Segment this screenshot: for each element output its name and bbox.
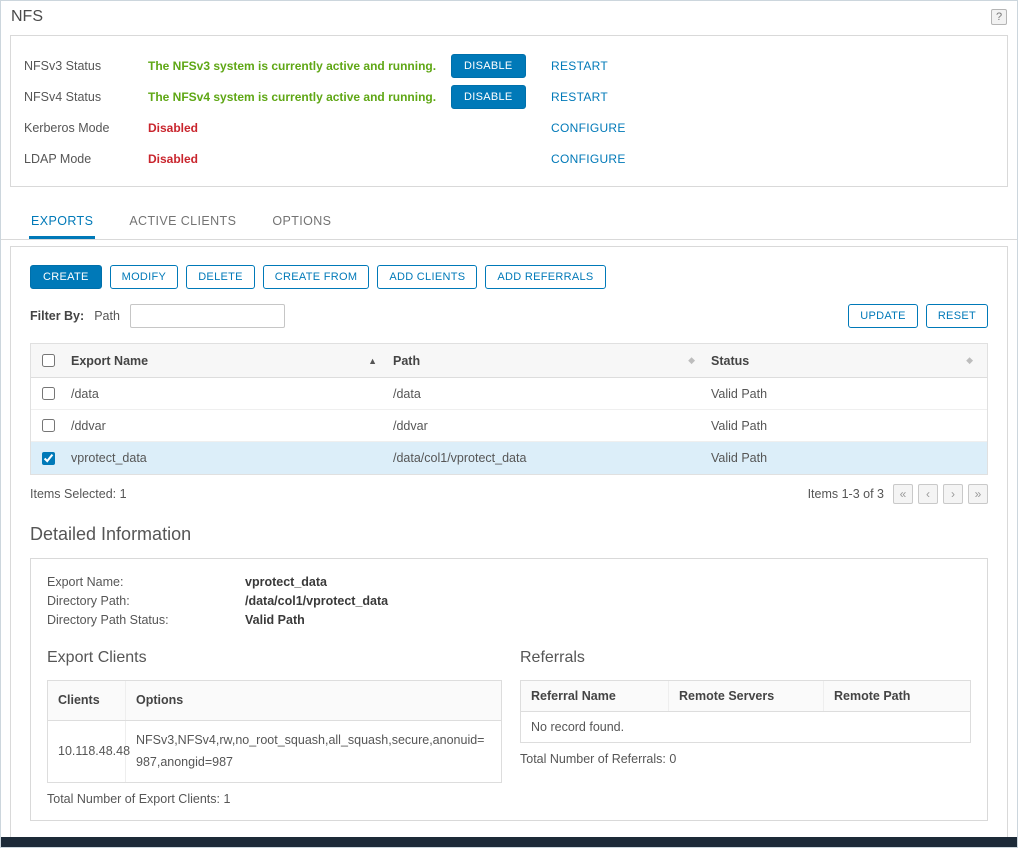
referrals-total: Total Number of Referrals: 0 (520, 752, 971, 766)
path-filter-input[interactable] (130, 304, 285, 328)
nfsv4-status-value: The NFSv4 system is currently active and… (148, 90, 451, 104)
row-checkbox[interactable] (42, 452, 55, 465)
table-footer: Items Selected: 1 Items 1-3 of 3 « ‹ › » (30, 484, 988, 504)
sort-icon: ◆ (688, 355, 695, 366)
directory-path-field: Directory Path: /data/col1/vprotect_data (47, 594, 971, 608)
exports-toolbar: CREATE MODIFY DELETE CREATE FROM ADD CLI… (30, 265, 988, 289)
ldap-mode-label: LDAP Mode (24, 152, 148, 166)
export-clients-heading: Export Clients (47, 649, 502, 667)
export-name-cell: /data (71, 387, 99, 401)
nfsv4-restart-link[interactable]: RESTART (551, 90, 608, 104)
previous-page-icon[interactable]: ‹ (918, 484, 938, 504)
path-cell: /ddvar (393, 419, 428, 433)
referrals-section: Referrals Referral Name Remote Servers R… (520, 649, 971, 806)
first-page-icon[interactable]: « (893, 484, 913, 504)
ldap-configure-link[interactable]: CONFIGURE (551, 152, 626, 166)
table-row[interactable]: /ddvar /ddvar Valid Path (31, 410, 987, 442)
tab-bar: EXPORTS ACTIVE CLIENTS OPTIONS (1, 203, 1017, 240)
nfsv3-status-value: The NFSv3 system is currently active and… (148, 59, 451, 73)
nfsv4-disable-button[interactable]: DISABLE (451, 85, 526, 109)
column-header-path[interactable]: Path ◆ (393, 354, 711, 368)
nfsv3-status-row: NFSv3 Status The NFSv3 system is current… (17, 50, 1001, 81)
path-cell: /data/col1/vprotect_data (393, 451, 526, 465)
export-name-field: Export Name: vprotect_data (47, 575, 971, 589)
row-checkbox[interactable] (42, 387, 55, 400)
add-clients-button[interactable]: ADD CLIENTS (377, 265, 477, 289)
kerberos-mode-label: Kerberos Mode (24, 121, 148, 135)
directory-path-status-field: Directory Path Status: Valid Path (47, 613, 971, 627)
nfsv3-restart-link[interactable]: RESTART (551, 59, 608, 73)
sort-ascending-icon: ▲ (368, 356, 377, 366)
ldap-mode-row: LDAP Mode Disabled CONFIGURE (17, 143, 1001, 174)
update-button[interactable]: UPDATE (848, 304, 918, 328)
create-from-button[interactable]: CREATE FROM (263, 265, 370, 289)
detail-panel: Export Name: vprotect_data Directory Pat… (30, 558, 988, 821)
export-clients-total: Total Number of Export Clients: 1 (47, 792, 502, 806)
page-info-text: Items 1-3 of 3 (808, 487, 884, 501)
kerberos-configure-link[interactable]: CONFIGURE (551, 121, 626, 135)
table-row[interactable]: /data /data Valid Path (31, 378, 987, 410)
row-checkbox[interactable] (42, 419, 55, 432)
export-clients-section: Export Clients Clients Options 10.118.48… (47, 649, 502, 806)
items-selected-text: Items Selected: 1 (30, 487, 127, 501)
export-clients-table: Clients Options 10.118.48.48 NFSv3,NFSv4… (47, 680, 502, 783)
bottom-bar (1, 837, 1017, 847)
filter-by-label: Filter By: (30, 309, 84, 323)
sort-icon: ◆ (966, 355, 973, 366)
create-button[interactable]: CREATE (30, 265, 102, 289)
export-clients-table-header: Clients Options (48, 681, 501, 721)
detailed-information-heading: Detailed Information (30, 524, 988, 545)
next-page-icon[interactable]: › (943, 484, 963, 504)
referrals-table: Referral Name Remote Servers Remote Path… (520, 680, 971, 743)
table-row-selected[interactable]: vprotect_data /data/col1/vprotect_data V… (31, 442, 987, 474)
nfsv4-status-row: NFSv4 Status The NFSv4 system is current… (17, 81, 1001, 112)
nfsv4-status-label: NFSv4 Status (24, 90, 148, 104)
path-filter-label: Path (94, 309, 120, 323)
nfs-status-panel: NFSv3 Status The NFSv3 system is current… (10, 35, 1008, 187)
select-all-checkbox[interactable] (42, 354, 55, 367)
exports-table: Export Name ▲ Path ◆ Status ◆ /data /dat… (30, 343, 988, 475)
last-page-icon[interactable]: » (968, 484, 988, 504)
delete-button[interactable]: DELETE (186, 265, 255, 289)
column-header-export-name[interactable]: Export Name ▲ (71, 354, 393, 368)
referrals-heading: Referrals (520, 649, 971, 667)
column-header-status[interactable]: Status ◆ (711, 354, 987, 368)
client-ip-cell: 10.118.48.48 (48, 721, 126, 782)
status-cell: Valid Path (711, 387, 767, 401)
export-name-cell: /ddvar (71, 419, 106, 433)
kerberos-mode-value: Disabled (148, 121, 451, 135)
modify-button[interactable]: MODIFY (110, 265, 179, 289)
add-referrals-button[interactable]: ADD REFERRALS (485, 265, 605, 289)
title-bar: NFS ? (1, 1, 1017, 29)
reset-button[interactable]: RESET (926, 304, 988, 328)
tab-active-clients[interactable]: ACTIVE CLIENTS (127, 203, 238, 239)
path-cell: /data (393, 387, 421, 401)
nfsv3-disable-button[interactable]: DISABLE (451, 54, 526, 78)
tab-exports[interactable]: EXPORTS (29, 203, 95, 239)
referrals-table-header: Referral Name Remote Servers Remote Path (521, 681, 970, 712)
status-cell: Valid Path (711, 419, 767, 433)
nfsv3-status-label: NFSv3 Status (24, 59, 148, 73)
tab-options[interactable]: OPTIONS (270, 203, 333, 239)
status-cell: Valid Path (711, 451, 767, 465)
referrals-empty-row: No record found. (521, 712, 970, 742)
exports-panel: CREATE MODIFY DELETE CREATE FROM ADD CLI… (10, 246, 1008, 838)
page-title: NFS (11, 8, 43, 26)
export-name-cell: vprotect_data (71, 451, 147, 465)
help-icon[interactable]: ? (991, 9, 1007, 25)
pagination: Items 1-3 of 3 « ‹ › » (808, 484, 988, 504)
ldap-mode-value: Disabled (148, 152, 451, 166)
kerberos-mode-row: Kerberos Mode Disabled CONFIGURE (17, 112, 1001, 143)
client-options-cell: NFSv3,NFSv4,rw,no_root_squash,all_squash… (126, 721, 501, 782)
exports-table-header: Export Name ▲ Path ◆ Status ◆ (31, 344, 987, 378)
filter-row: Filter By: Path UPDATE RESET (30, 304, 988, 328)
export-client-row: 10.118.48.48 NFSv3,NFSv4,rw,no_root_squa… (48, 721, 501, 782)
